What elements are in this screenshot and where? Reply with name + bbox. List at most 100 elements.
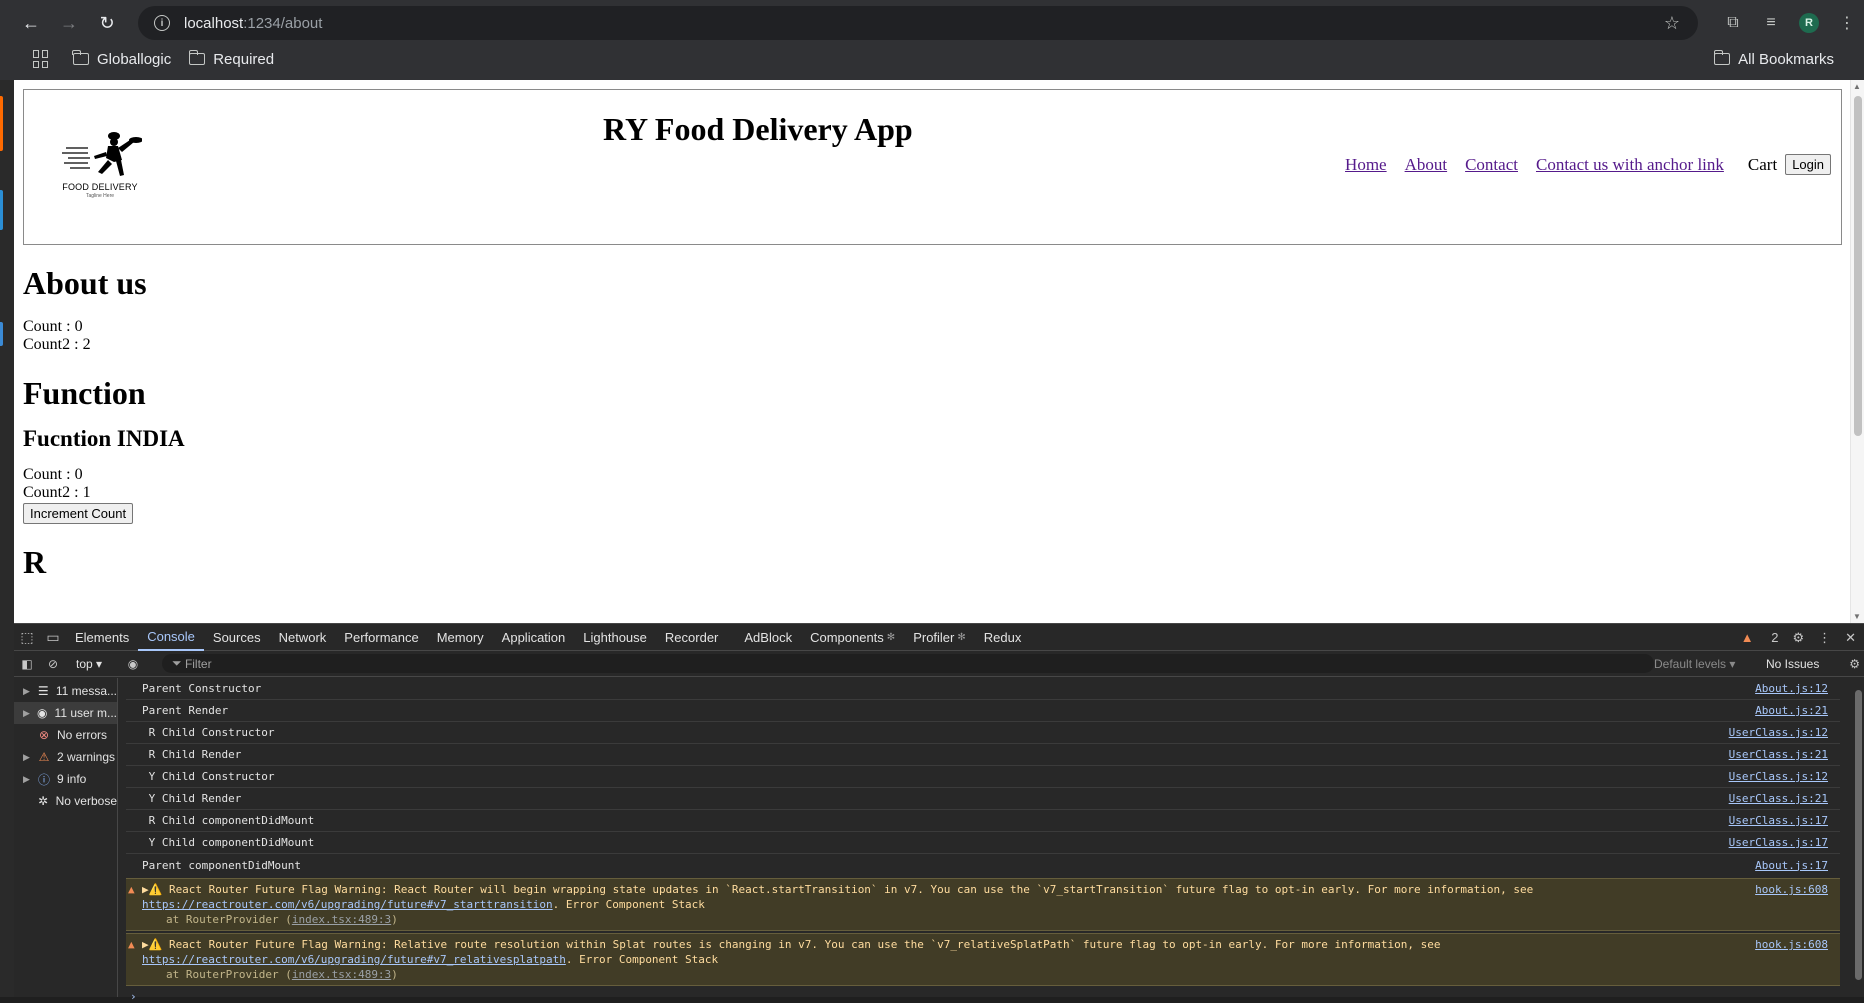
- console-message: Parent Render About.js:21: [126, 700, 1840, 722]
- devtools-tabbar: ⬚ ▭ Elements Console Sources Network Per…: [14, 623, 1864, 651]
- increment-count-button[interactable]: Increment Count: [23, 503, 134, 524]
- tab-network[interactable]: Network: [270, 624, 336, 651]
- profile-avatar[interactable]: R: [1792, 6, 1826, 40]
- page-viewport: FOOD DELIVERY Tagline Here RY Food Deliv…: [14, 80, 1864, 623]
- console-settings-gear-icon[interactable]: ⚙: [1849, 657, 1860, 671]
- source-link[interactable]: UserClass.js:12: [1729, 726, 1828, 739]
- tab-lighthouse[interactable]: Lighthouse: [574, 624, 656, 651]
- sidebar-item-verbose[interactable]: ✲ No verbose: [14, 790, 117, 812]
- url-path: :1234/about: [243, 14, 323, 32]
- app-header: FOOD DELIVERY Tagline Here RY Food Deliv…: [23, 89, 1842, 245]
- source-link[interactable]: hook.js:608: [1755, 937, 1828, 952]
- source-link[interactable]: About.js:21: [1755, 704, 1828, 717]
- page-scrollbar[interactable]: ▲ ▼: [1850, 80, 1864, 623]
- bookmark-folder-required[interactable]: Required: [188, 50, 274, 68]
- count2-text: Count2 : 1: [23, 484, 91, 501]
- sidebar-item-warnings[interactable]: ▶ ⚠ 2 warnings: [14, 746, 117, 768]
- apps-grid-icon[interactable]: [33, 50, 51, 68]
- console-warning[interactable]: ▲ hook.js:608 ▶⚠️ React Router Future Fl…: [126, 878, 1840, 931]
- tab-recorder[interactable]: Recorder: [656, 624, 727, 651]
- tab-memory[interactable]: Memory: [428, 624, 493, 651]
- console-message: Parent Constructor About.js:12: [126, 678, 1840, 700]
- console-filterbar: ◧ ⊘ top ▾ ◉ ⏷ Filter Default levels ▾ No…: [14, 651, 1864, 677]
- all-bookmarks[interactable]: All Bookmarks: [1713, 50, 1834, 68]
- source-link[interactable]: About.js:12: [1755, 682, 1828, 695]
- scrollbar-thumb[interactable]: [1854, 96, 1862, 436]
- nav-link-contact-anchor[interactable]: Contact us with anchor link: [1536, 155, 1724, 175]
- nav-link-about[interactable]: About: [1405, 155, 1448, 175]
- tab-sources[interactable]: Sources: [204, 624, 270, 651]
- source-link[interactable]: About.js:17: [1755, 859, 1828, 872]
- clear-console-icon[interactable]: ⊘: [40, 657, 66, 671]
- tab-elements[interactable]: Elements: [66, 624, 138, 651]
- sidebar-item-info[interactable]: ▶ ⓘ 9 info: [14, 768, 117, 790]
- log-levels-dropdown[interactable]: Default levels ▾: [1654, 657, 1735, 671]
- issues-button[interactable]: No Issues: [1766, 657, 1819, 671]
- warning-icon: ▲: [128, 883, 135, 896]
- source-link[interactable]: hook.js:608: [1755, 882, 1828, 897]
- more-options-icon[interactable]: ⋮: [1818, 630, 1831, 646]
- r-heading: R: [23, 544, 47, 580]
- folder-icon: [72, 50, 89, 65]
- reload-button[interactable]: ↻: [90, 6, 124, 40]
- sidebar-item-user-messages[interactable]: ▶ ◉ 11 user m...: [14, 702, 117, 724]
- settings-gear-icon[interactable]: ⚙: [1792, 630, 1804, 646]
- login-button[interactable]: Login: [1785, 154, 1831, 175]
- tab-adblock[interactable]: AdBlock: [735, 624, 801, 651]
- cart-label[interactable]: Cart: [1748, 155, 1777, 175]
- tab-profiler[interactable]: Profiler ✻: [904, 624, 975, 651]
- folder-icon: [188, 50, 206, 65]
- about-heading: About us: [23, 265, 147, 301]
- extensions-icon[interactable]: ⧉: [1716, 6, 1750, 40]
- browser-chrome: ← → ↻ i localhost:1234/about ☆ ⧉ ≡ R ⋮ G…: [0, 0, 1864, 80]
- filter-input[interactable]: ⏷ Filter: [162, 654, 1654, 673]
- docs-link[interactable]: https://reactrouter.com/v6/upgrading/fut…: [142, 898, 553, 911]
- sidebar-toggle-icon[interactable]: ◧: [14, 657, 40, 671]
- forward-button[interactable]: →: [52, 6, 86, 40]
- devtools-panel: ⬚ ▭ Elements Console Sources Network Per…: [14, 623, 1864, 1003]
- source-link[interactable]: UserClass.js:17: [1729, 836, 1828, 849]
- scroll-up-icon[interactable]: ▲: [1853, 82, 1861, 91]
- console-warning[interactable]: ▲ hook.js:608 ▶⚠️ React Router Future Fl…: [126, 933, 1840, 986]
- back-button[interactable]: ←: [14, 6, 48, 40]
- console-scrollbar-thumb[interactable]: [1855, 690, 1862, 980]
- sidebar-item-messages[interactable]: ▶ ☰ 11 messa...: [14, 680, 117, 702]
- food-delivery-logo: FOOD DELIVERY Tagline Here: [58, 130, 143, 200]
- source-link[interactable]: UserClass.js:12: [1729, 770, 1828, 783]
- tab-application[interactable]: Application: [493, 624, 575, 651]
- device-toolbar-icon[interactable]: ▭: [40, 629, 66, 646]
- logo-text: FOOD DELIVERY: [62, 182, 138, 192]
- media-control-icon[interactable]: ≡: [1754, 6, 1788, 40]
- inspect-element-icon[interactable]: ⬚: [14, 629, 40, 646]
- os-dock: [0, 0, 14, 997]
- warnings-badge[interactable]: ▲ 2: [1741, 630, 1779, 645]
- function-subheading: Fucntion INDIA: [23, 426, 185, 451]
- console-scrollbar[interactable]: [1852, 678, 1864, 997]
- nav-link-contact[interactable]: Contact: [1465, 155, 1518, 175]
- nav-link-home[interactable]: Home: [1345, 155, 1387, 175]
- tab-performance[interactable]: Performance: [335, 624, 427, 651]
- gear-icon: ✻: [957, 631, 966, 643]
- docs-link[interactable]: https://reactrouter.com/v6/upgrading/fut…: [142, 953, 566, 966]
- tab-components[interactable]: Components ✻: [801, 624, 904, 651]
- context-selector[interactable]: top ▾: [76, 657, 102, 671]
- sidebar-item-errors[interactable]: ⊗ No errors: [14, 724, 117, 746]
- site-info-icon[interactable]: i: [154, 15, 170, 31]
- warning-icon: ⚠: [38, 750, 50, 764]
- bookmark-star-icon[interactable]: ☆: [1664, 13, 1680, 34]
- address-bar[interactable]: i localhost:1234/about ☆: [138, 6, 1698, 40]
- bookmark-folder-globallogic[interactable]: Globallogic: [72, 50, 171, 68]
- tab-redux[interactable]: Redux: [975, 624, 1031, 651]
- source-link[interactable]: UserClass.js:21: [1729, 748, 1828, 761]
- close-icon[interactable]: ✕: [1845, 630, 1856, 646]
- source-link[interactable]: UserClass.js:21: [1729, 792, 1828, 805]
- source-link[interactable]: UserClass.js:17: [1729, 814, 1828, 827]
- console-sidebar: ▶ ☰ 11 messa... ▶ ◉ 11 user m... ⊗ No errors …: [14, 678, 118, 997]
- live-expression-eye-icon[interactable]: ◉: [120, 657, 146, 671]
- scroll-down-icon[interactable]: ▼: [1853, 612, 1861, 621]
- stack-link[interactable]: index.tsx:489:3: [292, 913, 391, 926]
- stack-link[interactable]: index.tsx:489:3: [292, 968, 391, 981]
- folder-icon: [1713, 50, 1731, 65]
- browser-menu-icon[interactable]: ⋮: [1830, 6, 1864, 40]
- tab-console[interactable]: Console: [138, 624, 204, 651]
